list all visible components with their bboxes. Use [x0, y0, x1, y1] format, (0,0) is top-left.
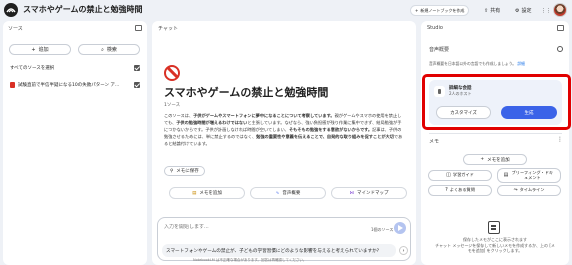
highlight-box [422, 74, 571, 130]
more-vert-icon[interactable]: ⋮ [557, 136, 563, 143]
sources-panel: ソース + 追加 ⌕ 検索 すべてのソースを選択 試験直前で半信半疑になる10の… [3, 21, 147, 265]
create-notebook-button[interactable]: + 新規ノートブックを作成 [410, 5, 470, 16]
plus-icon: + [415, 8, 419, 13]
suggested-question[interactable]: スマートフォンやゲームの禁止が、子どもの学習習慣にどのような影響を与えると考えら… [162, 244, 396, 257]
search-icon: ⌕ [101, 46, 104, 53]
save-to-memo-button[interactable]: ⚲ メモに保存 [164, 166, 205, 176]
chat-panel: チャット スマホやゲームの禁止と勉強時間 1ソース このソースは、子供がゲームや… [152, 21, 416, 265]
note-add-icon: ▤ [192, 190, 197, 196]
send-button[interactable] [394, 222, 406, 234]
faq-icon: ? [445, 187, 448, 194]
timeline-button[interactable]: ⤳ タイムライン [497, 185, 561, 196]
top-bar: スマホやゲームの禁止と勉強時間 + 新規ノートブックを作成 ⇪ 共有 ⚙ 設定 … [0, 0, 572, 20]
timeline-icon: ⤳ [513, 187, 518, 194]
briefing-doc-button[interactable]: ▤ ブリーフィング・ドキュメント [497, 168, 561, 183]
disclaimer: NotebookLM は不正確な場合があります。回答は再確認してください。 [193, 258, 307, 262]
select-all-sources[interactable]: すべてのソースを選択 [10, 64, 140, 72]
memo-heading: メモ [429, 139, 440, 145]
info-icon[interactable] [557, 46, 563, 52]
settings-button[interactable]: ⚙ 設定 [515, 5, 532, 16]
study-guide-icon: ◫ [446, 172, 451, 179]
mind-map-icon: ⋈ [349, 190, 355, 196]
notebook-heading: スマホやゲームの禁止と勉強時間 [164, 86, 329, 99]
chevron-right-icon[interactable]: › [399, 246, 408, 255]
source-item[interactable]: 試験直前で半信半疑になる10の失敗パターン ア... [10, 81, 140, 89]
notebook-title[interactable]: スマホやゲームの禁止と勉強時間 [23, 4, 143, 15]
collapse-panel-icon[interactable] [557, 25, 564, 31]
avatar[interactable] [553, 3, 567, 17]
chat-heading: チャット [158, 26, 178, 32]
details-link[interactable]: 詳細 [517, 61, 525, 66]
mind-map-chip[interactable]: ⋈ マインドマップ [331, 187, 407, 199]
chat-composer: 1個のソース スマートフォンやゲームの禁止が、子どもの学習習慣にどのような影響を… [157, 217, 411, 261]
faq-button[interactable]: ? よくある質問 [428, 185, 492, 196]
divider [429, 133, 562, 134]
audio-overview-chip[interactable]: ∿ 音声概要 [250, 187, 326, 199]
audio-overview-heading: 音声概要 [429, 47, 450, 53]
explore-source-button[interactable]: ⌕ 検索 [78, 44, 140, 55]
apps-grid-icon[interactable]: ⋮⋮ [541, 5, 551, 16]
chat-input[interactable] [164, 224, 334, 230]
share-button[interactable]: ⇪ 共有 [484, 5, 500, 16]
collapse-panel-icon[interactable] [135, 25, 142, 31]
study-guide-button[interactable]: ◫ 学習ガイド [428, 170, 492, 181]
pin-icon: ⚲ [170, 168, 174, 174]
add-memo-chip[interactable]: ▤ メモを追加 [169, 187, 245, 199]
input-source-count: 1個のソース [371, 227, 394, 232]
select-all-checkbox[interactable] [134, 65, 140, 71]
notebook-summary: このソースは、子供がゲームやスマートフォンに夢中になることについて考察しています… [164, 113, 403, 146]
add-source-button[interactable]: + 追加 [9, 44, 71, 55]
briefing-doc-icon: ▤ [503, 172, 509, 179]
document-icon [488, 221, 500, 234]
source-count: 1ソース [164, 103, 181, 108]
sources-heading: ソース [8, 26, 23, 32]
studio-heading: Studio [427, 25, 443, 31]
add-memo-button[interactable]: + メモを追加 [463, 154, 527, 165]
empty-memo-message: 保存したメモがここに表示されます チャット メッセージを保存して新しいメモを作成… [435, 237, 555, 254]
plus-icon: + [480, 157, 485, 162]
prohibited-icon [164, 65, 180, 81]
share-icon: ⇪ [484, 7, 489, 14]
studio-panel: Studio 音声概要 音声概要を日本語以外の言語でも作成しましょう。 詳細 詳… [421, 21, 569, 265]
pdf-icon [10, 82, 15, 88]
plus-icon: + [31, 46, 36, 53]
waveform-icon: ∿ [275, 190, 280, 196]
gear-icon: ⚙ [515, 7, 520, 14]
notebooklm-logo-icon[interactable] [4, 3, 18, 17]
source-checkbox[interactable] [134, 82, 140, 88]
audio-notice: 音声概要を日本語以外の言語でも作成しましょう。 詳細 [429, 61, 525, 66]
